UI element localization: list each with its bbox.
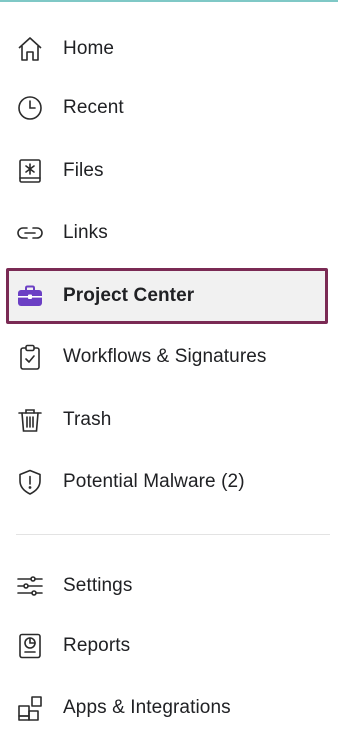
briefcase-icon bbox=[16, 282, 44, 310]
nav-item-trash[interactable]: Trash bbox=[6, 395, 328, 445]
nav-label: Files bbox=[63, 160, 104, 181]
nav-label: Recent bbox=[63, 97, 124, 118]
link-icon bbox=[16, 219, 44, 247]
nav-label: Trash bbox=[63, 409, 112, 430]
nav-item-apps-integrations[interactable]: Apps & Integrations bbox=[6, 683, 328, 733]
nav-item-reports[interactable]: Reports bbox=[6, 621, 328, 671]
apps-icon bbox=[16, 694, 44, 722]
nav-label: Apps & Integrations bbox=[63, 697, 231, 718]
section-divider bbox=[16, 534, 330, 535]
nav-item-recent[interactable]: Recent bbox=[6, 83, 328, 133]
nav-label: Project Center bbox=[63, 285, 195, 306]
nav-label: Home bbox=[63, 38, 115, 59]
nav-label: Reports bbox=[63, 635, 131, 656]
nav-label: Settings bbox=[63, 575, 133, 596]
nav-label: Workflows & Signatures bbox=[63, 346, 267, 367]
trash-icon bbox=[16, 406, 44, 434]
clock-icon bbox=[16, 94, 44, 122]
files-icon bbox=[16, 157, 44, 185]
nav-item-workflows[interactable]: Workflows & Signatures bbox=[6, 332, 328, 382]
report-icon bbox=[16, 632, 44, 660]
nav-label: Links bbox=[63, 222, 108, 243]
sliders-icon bbox=[16, 572, 44, 600]
nav-item-project-center[interactable]: Project Center bbox=[6, 268, 328, 324]
top-accent-line bbox=[0, 0, 338, 2]
clipboard-check-icon bbox=[16, 343, 44, 371]
nav-item-settings[interactable]: Settings bbox=[6, 561, 328, 611]
shield-alert-icon bbox=[16, 468, 44, 496]
nav-item-potential-malware[interactable]: Potential Malware (2) bbox=[6, 457, 328, 507]
nav-item-home[interactable]: Home bbox=[6, 24, 328, 74]
nav-label: Potential Malware (2) bbox=[63, 471, 245, 492]
nav-item-files[interactable]: Files bbox=[6, 146, 328, 196]
home-icon bbox=[16, 35, 44, 63]
nav-item-links[interactable]: Links bbox=[6, 208, 328, 258]
